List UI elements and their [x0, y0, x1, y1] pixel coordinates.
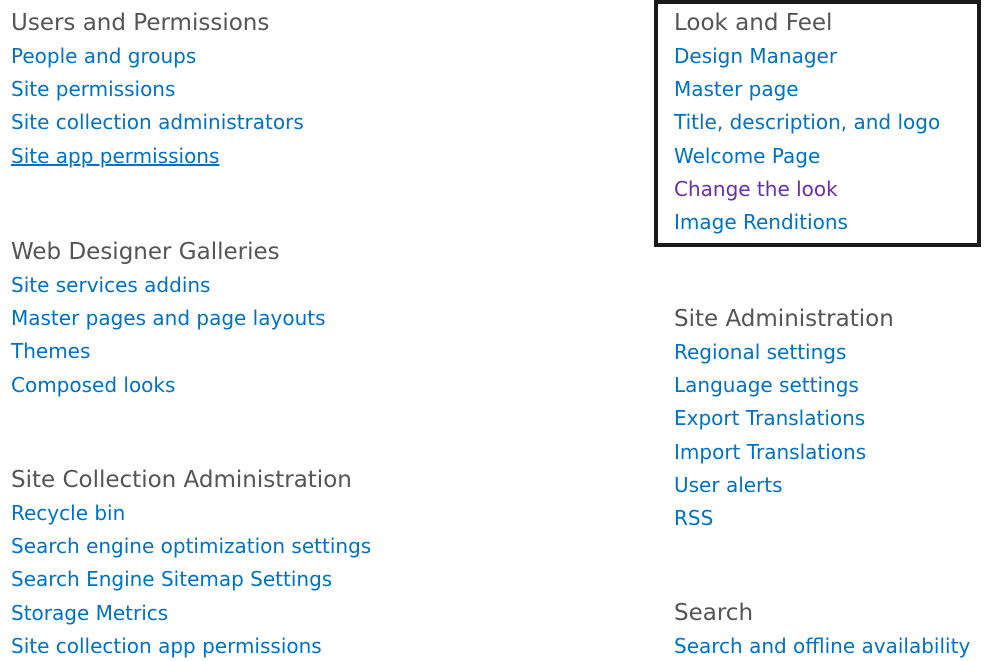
link-search-and-offline-availability[interactable]: Search and offline availability [674, 634, 970, 658]
section-site-administration: Site Administration Regional settings La… [674, 303, 894, 535]
link-welcome-page[interactable]: Welcome Page [674, 144, 820, 168]
section-web-designer-galleries: Web Designer Galleries Site services add… [11, 236, 326, 402]
link-recycle-bin[interactable]: Recycle bin [11, 501, 125, 525]
link-search-engine-sitemap-settings[interactable]: Search Engine Sitemap Settings [11, 567, 332, 591]
section-heading-look-and-feel: Look and Feel [674, 10, 833, 36]
link-master-pages-and-page-layouts[interactable]: Master pages and page layouts [11, 306, 326, 330]
link-search-engine-optimization-settings[interactable]: Search engine optimization settings [11, 534, 371, 558]
link-import-translations[interactable]: Import Translations [674, 440, 866, 464]
link-list-search: Search and offline availability [674, 630, 970, 661]
section-heading-search: Search [674, 600, 754, 626]
link-export-translations[interactable]: Export Translations [674, 406, 865, 430]
section-heading-web-designer-galleries: Web Designer Galleries [11, 239, 280, 265]
section-heading-site-administration: Site Administration [674, 306, 894, 332]
link-list-site-collection-administration: Recycle bin Search engine optimization s… [11, 497, 371, 661]
link-master-page[interactable]: Master page [674, 77, 799, 101]
link-image-renditions[interactable]: Image Renditions [674, 210, 848, 234]
link-change-the-look[interactable]: Change the look [674, 177, 838, 201]
section-search: Search Search and offline availability [674, 597, 970, 661]
link-site-collection-administrators[interactable]: Site collection administrators [11, 110, 304, 134]
link-language-settings[interactable]: Language settings [674, 373, 859, 397]
link-user-alerts[interactable]: User alerts [674, 473, 783, 497]
link-list-site-administration: Regional settings Language settings Expo… [674, 336, 894, 535]
link-list-users-and-permissions: People and groups Site permissions Site … [11, 40, 304, 173]
link-site-services-addins[interactable]: Site services addins [11, 273, 210, 297]
section-users-and-permissions: Users and Permissions People and groups … [11, 7, 304, 173]
section-site-collection-administration: Site Collection Administration Recycle b… [11, 464, 371, 661]
link-themes[interactable]: Themes [11, 339, 90, 363]
section-heading-site-collection-administration: Site Collection Administration [11, 467, 352, 493]
link-composed-looks[interactable]: Composed looks [11, 373, 175, 397]
link-list-web-designer-galleries: Site services addins Master pages and pa… [11, 269, 326, 402]
link-rss[interactable]: RSS [674, 506, 713, 530]
link-regional-settings[interactable]: Regional settings [674, 340, 846, 364]
link-site-permissions[interactable]: Site permissions [11, 77, 175, 101]
section-look-and-feel: Look and Feel Design Manager Master page… [674, 7, 940, 239]
link-list-look-and-feel: Design Manager Master page Title, descri… [674, 40, 940, 239]
link-storage-metrics[interactable]: Storage Metrics [11, 601, 168, 625]
link-design-manager[interactable]: Design Manager [674, 44, 837, 68]
section-heading-users-and-permissions: Users and Permissions [11, 10, 270, 36]
link-title-description-logo[interactable]: Title, description, and logo [674, 110, 940, 134]
link-people-and-groups[interactable]: People and groups [11, 44, 196, 68]
link-site-collection-app-permissions[interactable]: Site collection app permissions [11, 634, 322, 658]
link-site-app-permissions[interactable]: Site app permissions [11, 144, 219, 168]
